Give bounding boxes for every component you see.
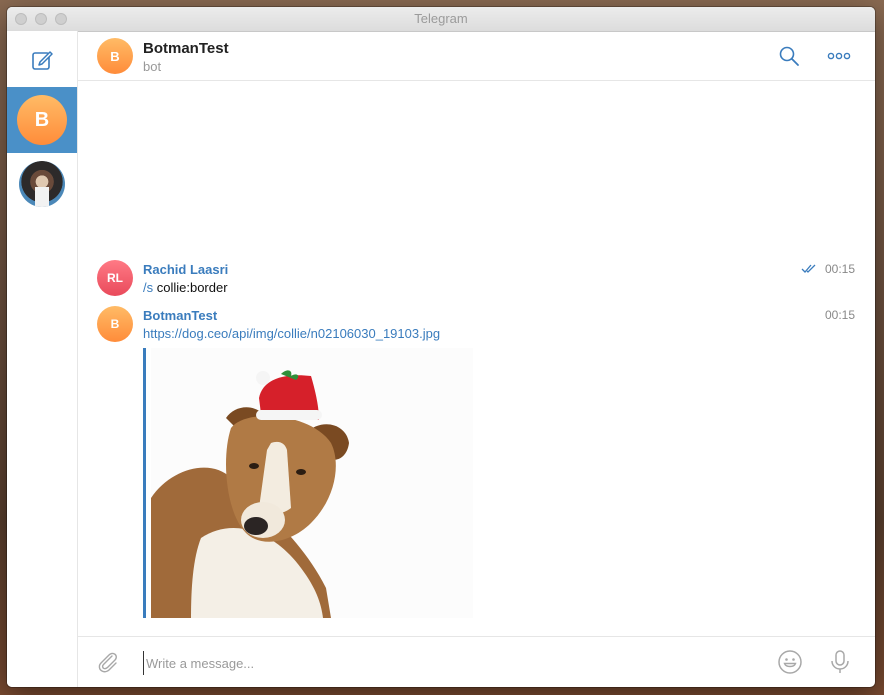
window-controls xyxy=(15,13,67,25)
paperclip-icon[interactable] xyxy=(96,650,120,674)
collie-photo[interactable] xyxy=(151,348,473,618)
chat-header: B BotmanTest bot xyxy=(78,31,875,81)
emoji-icon[interactable] xyxy=(777,649,803,675)
chat-sidebar: B xyxy=(7,31,78,687)
message-text: /s collie:border xyxy=(143,280,228,295)
collie-illustration xyxy=(151,348,473,618)
compose-icon[interactable] xyxy=(31,49,53,71)
message-sender[interactable]: BotmanTest xyxy=(143,308,217,323)
link-preview[interactable] xyxy=(143,348,474,618)
search-icon[interactable] xyxy=(778,45,800,67)
chat-subtitle: bot xyxy=(143,59,162,74)
sidebar-chat-photo-contact[interactable] xyxy=(7,153,77,219)
contact-photo-avatar xyxy=(19,161,65,207)
message-sender[interactable]: Rachid Laasri xyxy=(143,262,228,277)
more-options-icon[interactable] xyxy=(827,45,851,67)
microphone-icon[interactable] xyxy=(829,649,851,675)
message-history[interactable]: RL Rachid Laasri 00:15 /s collie:border … xyxy=(78,81,875,637)
sidebar-chat-botmantest[interactable]: B xyxy=(7,87,77,153)
window-title: Telegram xyxy=(414,11,468,26)
avatar[interactable]: B xyxy=(97,306,133,342)
avatar[interactable]: B xyxy=(97,38,133,74)
read-checkmarks-icon xyxy=(801,264,816,273)
command-argument: collie:border xyxy=(153,280,228,295)
message-time: 00:15 xyxy=(824,262,855,276)
bot-command-link[interactable]: /s xyxy=(143,280,153,295)
title-bar: Telegram xyxy=(7,7,875,32)
minimize-window-button[interactable] xyxy=(35,13,47,25)
close-window-button[interactable] xyxy=(15,13,27,25)
avatar: B xyxy=(17,95,67,145)
message-input[interactable] xyxy=(143,651,708,675)
zoom-window-button[interactable] xyxy=(55,13,67,25)
avatar[interactable]: RL xyxy=(97,260,133,296)
chat-pane: B BotmanTest bot RL Rachid Laasri 00:15 … xyxy=(78,31,875,687)
message-composer xyxy=(78,636,875,687)
telegram-window: Telegram B B BotmanTest bot RL Rachid La… xyxy=(7,7,875,687)
chat-title[interactable]: BotmanTest xyxy=(143,40,229,57)
message-link[interactable]: https://dog.ceo/api/img/collie/n02106030… xyxy=(143,326,440,341)
message-time: 00:15 xyxy=(824,308,855,322)
